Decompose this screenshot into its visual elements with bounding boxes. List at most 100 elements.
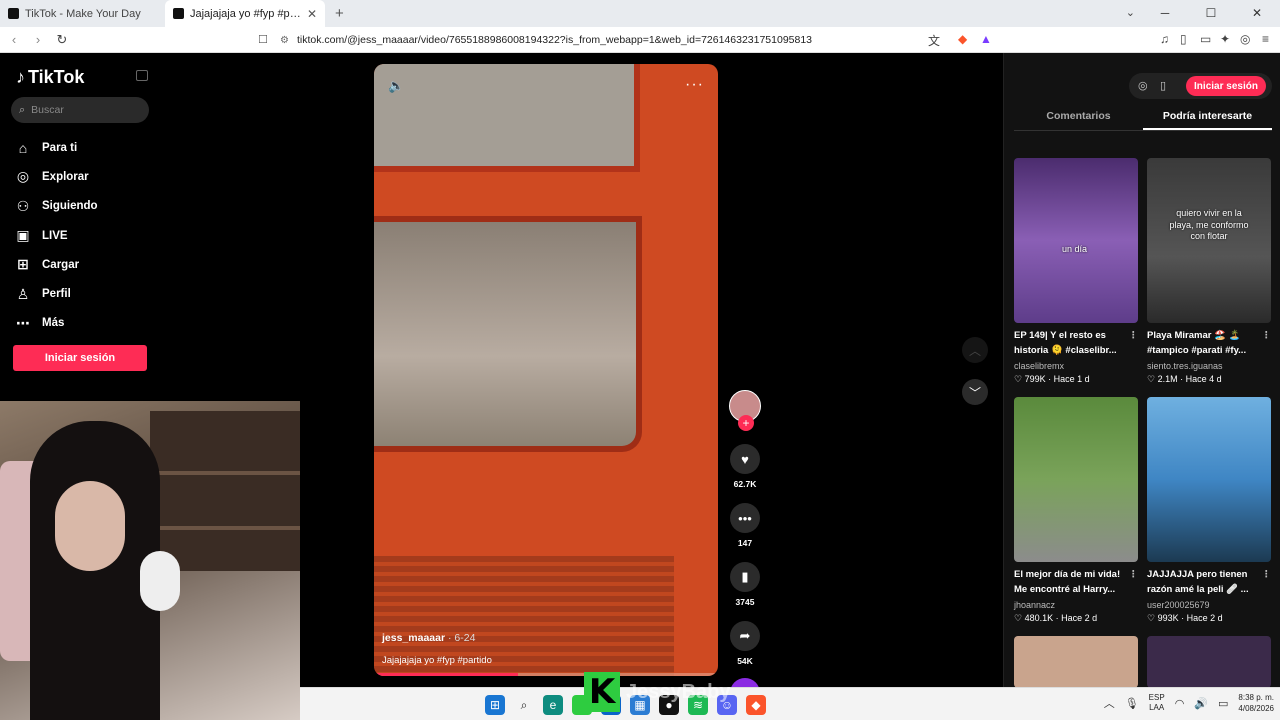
suggestion-user[interactable]: siento.tres.iguanas [1147, 361, 1271, 371]
translate-icon[interactable]: 文 [928, 32, 940, 49]
webcam-microphone [140, 551, 180, 611]
tab-podria-interesarte[interactable]: Podría interesarte [1143, 107, 1272, 130]
next-video-button[interactable]: ﹀ [962, 379, 988, 405]
brave-icon[interactable]: ◆ [746, 695, 766, 715]
windows-taskbar: ⊞ ⌕ e o ▦ ● ≋ ☺ ◆ ︿ 🎙 ESP LAA ◠ 🔊 ▭ 8:38… [300, 687, 1280, 720]
card-more-icon[interactable]: ⋮ [1262, 568, 1272, 583]
suggestion-user[interactable]: user200025679 [1147, 600, 1271, 610]
music-ext-icon[interactable]: ♫ [1160, 32, 1169, 46]
bookmark-icon[interactable]: ☐ [258, 33, 268, 46]
extensions-icon[interactable]: ✦ [1220, 32, 1230, 46]
suggestion-user[interactable]: claselibremx [1014, 361, 1138, 371]
bookmark-save-icon[interactable]: ▮ [730, 562, 760, 592]
brave-shield-icon[interactable]: ◆ [958, 32, 967, 46]
more-options-icon[interactable]: ··· [685, 76, 704, 94]
search-box[interactable]: ⌕ [11, 97, 149, 123]
tab-list-chevron-icon[interactable]: ⌄ [1126, 0, 1135, 27]
back-icon[interactable]: ‹ [4, 32, 24, 47]
phone-icon[interactable]: ▯ [1160, 79, 1166, 92]
heart-icon[interactable]: ♥ [730, 444, 760, 474]
clock[interactable]: 8:38 p. m. 4/08/2026 [1238, 692, 1274, 714]
card-more-icon[interactable]: ⋮ [1129, 568, 1139, 583]
comment-action[interactable]: ••• 147 [728, 503, 762, 548]
sidebar-item-label: LIVE [42, 229, 68, 242]
collapse-sidebar-icon[interactable] [136, 70, 148, 81]
author-avatar[interactable]: + [729, 390, 761, 431]
rewards-icon[interactable]: ▲ [980, 32, 992, 46]
tab-comentarios[interactable]: Comentarios [1014, 107, 1143, 130]
video-scene-window-top [374, 64, 640, 172]
volume-tray-icon[interactable]: 🔊 [1194, 697, 1208, 710]
site-info-icon[interactable]: ⚙ [280, 35, 289, 46]
suggestion-card[interactable]: JAJJAJJA pero tienen razón amé la peli 🩹… [1147, 397, 1271, 624]
sidebar-item-mas[interactable]: ⋯ Más [15, 309, 98, 338]
following-icon: ⚇ [16, 197, 30, 214]
like-action[interactable]: ♥ 62.7K [728, 444, 762, 489]
search-taskbar-icon[interactable]: ⌕ [514, 695, 534, 715]
comment-icon[interactable]: ••• [730, 503, 760, 533]
clock-date: 4/08/2026 [1238, 704, 1274, 714]
share-action[interactable]: ➦ 54K [728, 621, 762, 666]
browser-tab-active[interactable]: Jajajajaja yo #fyp #partido | ✕ [165, 0, 325, 27]
sidebar-toggle-icon[interactable]: ▯ [1180, 32, 1187, 46]
suggestion-thumbnail[interactable] [1147, 397, 1271, 562]
sidebar-item-para-ti[interactable]: ⌂ Para ti [15, 133, 98, 162]
suggestion-user[interactable]: jhoannacz [1014, 600, 1138, 610]
tiktok-logo[interactable]: ♪ TikTok [16, 67, 84, 88]
follow-plus-icon[interactable]: + [738, 415, 754, 431]
wallet-icon[interactable]: ▭ [1200, 32, 1211, 46]
suggestion-thumbnail[interactable] [1014, 397, 1138, 562]
right-panel: ◎ ▯ Iniciar sesión Comentarios Podría in… [1003, 53, 1280, 688]
wifi-icon[interactable]: ◠ [1175, 697, 1185, 710]
suggestion-card[interactable]: un día EP 149| Y el resto es historia 🫠 … [1014, 158, 1138, 385]
volume-icon[interactable]: 🔈 [388, 78, 404, 94]
login-button[interactable]: Iniciar sesión [13, 345, 147, 371]
compass-small-icon[interactable]: ◎ [1138, 79, 1148, 92]
search-input[interactable] [31, 104, 132, 116]
maximize-icon[interactable]: ☐ [1188, 0, 1234, 27]
save-action[interactable]: ▮ 3745 [728, 562, 762, 607]
sidebar-item-siguiendo[interactable]: ⚇ Siguiendo [15, 192, 98, 221]
suggestion-card[interactable]: El mejor día de mi vida! Me encontré al … [1014, 397, 1138, 624]
menu-icon[interactable]: ≡ [1262, 32, 1269, 46]
close-tab-icon[interactable]: ✕ [307, 7, 317, 21]
sidebar-item-perfil[interactable]: ♙ Perfil [15, 279, 98, 308]
card-more-icon[interactable]: ⋮ [1129, 329, 1139, 344]
suggestion-thumbnail[interactable] [1014, 636, 1138, 688]
suggestion-card[interactable]: quiero vivir en la playa, me conformo co… [1147, 158, 1271, 385]
sidebar-item-cargar[interactable]: ⊞ Cargar [15, 250, 98, 279]
video-player[interactable]: 🔈 ··· jess_maaaar · 6-24 Jajajajaja yo #… [374, 64, 718, 676]
browser-tabbar: TikTok - Make Your Day Jajajajaja yo #fy… [0, 0, 1280, 27]
suggestion-card[interactable] [1014, 636, 1138, 688]
url-field[interactable]: ⚙ tiktok.com/@jess_maaaar/video/76551889… [280, 31, 1000, 49]
suggestion-thumbnail[interactable]: un día [1014, 158, 1138, 323]
forward-icon[interactable]: › [28, 32, 48, 47]
search-icon: ⌕ [19, 103, 26, 116]
share-icon[interactable]: ➦ [730, 621, 760, 651]
reload-icon[interactable]: ↻ [52, 32, 72, 48]
sidebar-item-live[interactable]: ▣ LIVE [15, 221, 98, 250]
mic-tray-icon[interactable]: 🎙 [1125, 697, 1139, 710]
video-author[interactable]: jess_maaaar · 6-24 [382, 632, 475, 644]
windows-start-icon[interactable]: ⊞ [485, 695, 505, 715]
card-more-icon[interactable]: ⋮ [1262, 329, 1272, 344]
suggestion-thumbnail[interactable]: quiero vivir en la playa, me conformo co… [1147, 158, 1271, 323]
vpn-icon[interactable]: ◎ [1240, 32, 1250, 46]
browser-tab[interactable]: TikTok - Make Your Day [0, 0, 165, 27]
sidebar-item-explorar[interactable]: ◎ Explorar [15, 162, 98, 191]
login-button-top[interactable]: Iniciar sesión [1186, 76, 1266, 96]
edge-icon[interactable]: e [543, 695, 563, 715]
close-window-icon[interactable]: ✕ [1234, 0, 1280, 27]
tiktok-note-icon: ♪ [16, 67, 25, 87]
minimize-icon[interactable]: ─ [1142, 0, 1188, 27]
webcam-shelf [150, 411, 300, 571]
previous-video-button[interactable]: ︿ [962, 337, 988, 363]
new-tab-button[interactable]: + [325, 0, 354, 27]
suggestion-card[interactable] [1147, 636, 1271, 688]
suggestion-stats: ♡ 799K · Hace 1 d [1014, 374, 1090, 384]
battery-icon[interactable]: ▭ [1218, 697, 1228, 710]
suggestion-thumbnail[interactable] [1147, 636, 1271, 688]
video-date: 6-24 [454, 632, 476, 644]
tray-chevron-icon[interactable]: ︿ [1104, 695, 1115, 711]
language-indicator[interactable]: ESP LAA [1149, 693, 1165, 714]
